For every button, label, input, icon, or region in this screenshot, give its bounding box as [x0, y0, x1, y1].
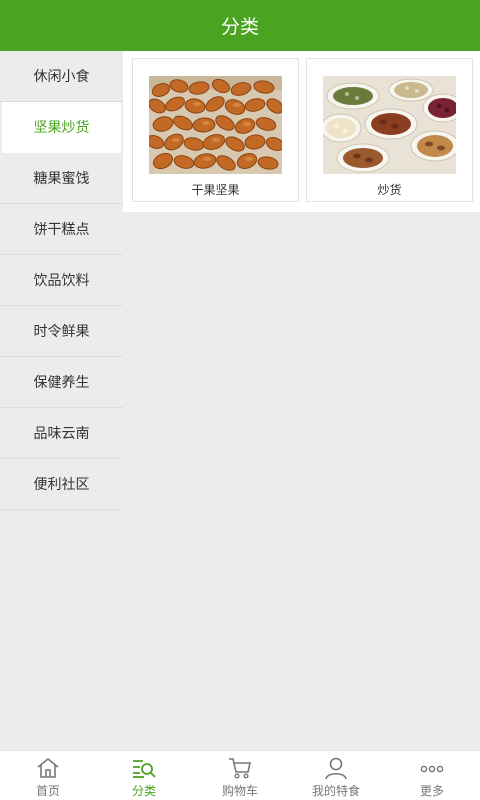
subcategory-card-dried-nuts[interactable]: 干果坚果 — [132, 58, 299, 202]
mixed-nuts-bowls-photo — [323, 76, 456, 174]
tab-label: 我的特食 — [311, 784, 360, 798]
tab-more[interactable]: 更多 — [384, 751, 480, 800]
sidebar-item-fresh-fruit[interactable]: 时令鲜果 — [0, 306, 123, 357]
subcategory-panel: 干果坚果 炒货 — [123, 51, 480, 212]
sidebar-item-drinks[interactable]: 饮品饮料 — [0, 255, 123, 306]
sidebar-item-health[interactable]: 保健养生 — [0, 357, 123, 408]
tab-cart[interactable]: 购物车 — [192, 751, 288, 800]
sidebar-item-candied-fruit[interactable]: 糖果蜜饯 — [0, 153, 123, 204]
sidebar-item-biscuits[interactable]: 饼干糕点 — [0, 204, 123, 255]
tab-label: 分类 — [131, 784, 156, 798]
subcategory-label: 炒货 — [377, 183, 402, 197]
cart-icon — [229, 758, 251, 779]
user-icon — [325, 757, 347, 780]
pine-nuts-photo — [149, 76, 282, 174]
tab-home[interactable]: 首页 — [0, 751, 96, 800]
header-bar: 分类 — [0, 0, 480, 51]
sidebar-item-nuts[interactable]: 坚果炒货 — [2, 102, 121, 153]
category-sidebar: 休闲小食 坚果炒货 糖果蜜饯 饼干糕点 饮品饮料 时令鲜果 保健养生 品味云南 … — [0, 51, 123, 510]
bottom-tab-bar: 首页 分类 购物车 我的特食 更多 — [0, 750, 480, 800]
tab-category[interactable]: 分类 — [96, 751, 192, 800]
tab-profile[interactable]: 我的特食 — [288, 751, 384, 800]
home-icon — [37, 757, 59, 778]
subcategory-card-roasted-snacks[interactable]: 炒货 — [306, 58, 473, 202]
subcategory-label: 干果坚果 — [191, 183, 240, 197]
tab-label: 购物车 — [221, 784, 258, 798]
more-icon — [420, 765, 444, 773]
category-icon — [133, 760, 156, 778]
sidebar-item-community[interactable]: 便利社区 — [0, 459, 123, 510]
sidebar-item-yunnan[interactable]: 品味云南 — [0, 408, 123, 459]
tab-label: 首页 — [35, 784, 60, 798]
page-title: 分类 — [220, 16, 259, 38]
sidebar-item-snacks[interactable]: 休闲小食 — [0, 51, 123, 102]
tab-label: 更多 — [419, 784, 444, 798]
